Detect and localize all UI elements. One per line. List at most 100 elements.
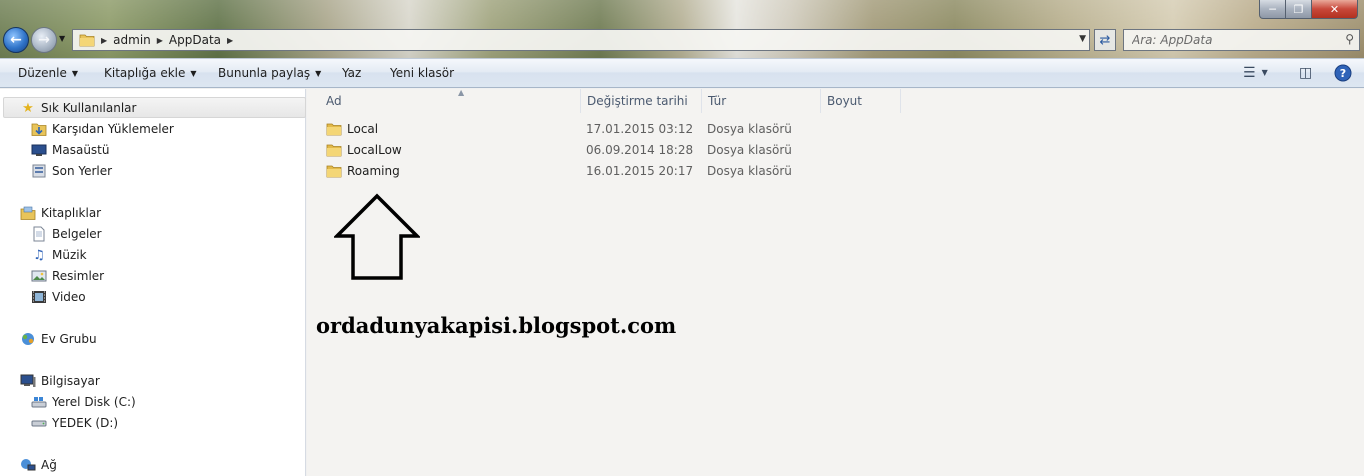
breadcrumb-admin[interactable]: admin <box>113 33 151 47</box>
document-icon <box>31 226 47 242</box>
command-bar: Düzenle ▼ Kitaplığa ekle ▼ Bununla paylaş ▼… <box>0 58 1364 88</box>
breadcrumb-chevron-icon[interactable]: ▶ <box>101 36 107 45</box>
sort-ascending-icon: ▲ <box>458 88 465 97</box>
minimize-button[interactable]: ─ <box>1259 0 1286 19</box>
nav-music[interactable]: ♫ Müzik <box>31 245 86 265</box>
file-modified: 06.09.2014 18:28 <box>586 143 694 157</box>
breadcrumb-appdata[interactable]: AppData <box>169 33 221 47</box>
homegroup-icon <box>20 331 36 347</box>
file-row-locallow[interactable]: LocalLow 06.09.2014 18:28 Dosya klasörü <box>307 140 907 161</box>
nav-computer[interactable]: Bilgisayar <box>20 371 100 391</box>
nav-favorites[interactable]: ★ Sık Kullanılanlar <box>20 98 136 118</box>
file-name: Roaming <box>347 164 400 178</box>
close-button[interactable]: ✕ <box>1312 0 1358 19</box>
watermark-text: ordadunyakapisi.blogspot.com <box>316 313 677 338</box>
file-row-local[interactable]: Local 17.01.2015 03:12 Dosya klasörü <box>307 119 907 140</box>
help-icon: ? <box>1334 64 1352 82</box>
forward-button[interactable]: → <box>31 27 57 53</box>
nav-label: Resimler <box>52 269 105 283</box>
network-icon <box>20 457 36 473</box>
new-folder-button[interactable]: Yeni klasör <box>390 66 454 80</box>
nav-label: YEDEK (D:) <box>52 416 119 430</box>
nav-network[interactable]: Ağ <box>20 455 57 475</box>
nav-recent-places[interactable]: Son Yerler <box>31 161 112 181</box>
help-button[interactable]: ? <box>1334 64 1352 86</box>
libraries-icon <box>20 205 36 221</box>
back-button[interactable]: ← <box>3 27 29 53</box>
chevron-down-icon: ▼ <box>190 69 197 78</box>
file-type: Dosya klasörü <box>707 164 792 178</box>
column-header-modified[interactable]: Değiştirme tarihi <box>581 89 701 113</box>
address-dropdown-icon[interactable]: ▼ <box>1079 34 1086 44</box>
search-icon[interactable]: ⚲ <box>1345 32 1354 46</box>
minimize-icon: ─ <box>1269 2 1276 16</box>
file-row-roaming[interactable]: Roaming 16.01.2015 20:17 Dosya klasörü <box>307 161 907 182</box>
add-to-library-menu[interactable]: Kitaplığa ekle ▼ <box>104 66 197 80</box>
column-header-size[interactable]: Boyut <box>821 89 901 113</box>
svg-text:?: ? <box>1340 67 1346 80</box>
nav-label: Ev Grubu <box>41 332 97 346</box>
refresh-icon: ⇄ <box>1099 32 1111 48</box>
file-name: LocalLow <box>347 143 402 157</box>
system-drive-icon <box>31 394 47 410</box>
column-header-label: Ad <box>326 94 342 108</box>
folder-icon <box>79 33 95 47</box>
address-bar[interactable]: ▶ admin ▶ AppData ▶ ▼ <box>72 29 1090 51</box>
nav-label: Kitaplıklar <box>41 206 102 220</box>
share-with-menu[interactable]: Bununla paylaş ▼ <box>218 66 321 80</box>
file-modified: 17.01.2015 03:12 <box>586 122 694 136</box>
nav-homegroup[interactable]: Ev Grubu <box>20 329 97 349</box>
breadcrumb-chevron-icon[interactable]: ▶ <box>157 36 163 45</box>
search-input[interactable] <box>1124 30 1334 50</box>
nav-disk-d[interactable]: YEDEK (D:) <box>31 413 118 433</box>
file-type: Dosya klasörü <box>707 122 792 136</box>
pictures-icon <box>31 268 47 284</box>
chevron-down-icon: ▼ <box>71 69 79 78</box>
nav-documents[interactable]: Belgeler <box>31 224 102 244</box>
column-header-type[interactable]: Tür <box>702 89 820 113</box>
search-box[interactable]: ⚲ <box>1123 29 1360 51</box>
file-name: Local <box>347 122 379 136</box>
nav-label: Ağ <box>41 458 57 472</box>
arrow-right-icon: → <box>38 32 50 48</box>
preview-pane-button[interactable]: ◫ <box>1299 65 1312 81</box>
nav-video[interactable]: Video <box>31 287 86 307</box>
recent-pages-dropdown[interactable]: ▼ <box>59 34 65 43</box>
window-controls: ─ ❐ ✕ <box>1259 0 1358 19</box>
details-view-icon: ☰ <box>1243 65 1256 81</box>
nav-label: Yerel Disk (C:) <box>52 395 136 409</box>
arrow-left-icon: ← <box>10 32 22 48</box>
column-divider[interactable] <box>900 89 901 113</box>
folder-icon <box>326 143 342 160</box>
recent-places-icon <box>31 163 47 179</box>
nav-pictures[interactable]: Resimler <box>31 266 104 286</box>
maximize-button[interactable]: ❐ <box>1286 0 1312 19</box>
downloads-folder-icon <box>31 121 47 137</box>
navigation-pane: ★ Sık Kullanılanlar Karşıdan Yüklemeler … <box>0 89 306 476</box>
column-header-name[interactable]: Ad ▲ <box>320 88 580 113</box>
chevron-down-icon: ▼ <box>1261 68 1268 77</box>
nav-disk-c[interactable]: Yerel Disk (C:) <box>31 392 136 412</box>
hard-drive-icon <box>31 415 47 431</box>
file-modified: 16.01.2015 20:17 <box>586 164 694 178</box>
restore-icon: ❐ <box>1293 2 1304 16</box>
organize-menu[interactable]: Düzenle ▼ <box>18 66 78 80</box>
refresh-button[interactable]: ⇄ <box>1094 29 1116 51</box>
view-options-button[interactable]: ☰ ▼ <box>1243 65 1268 81</box>
breadcrumb-chevron-icon[interactable]: ▶ <box>227 36 233 45</box>
title-bar: ← → ▼ ▶ admin ▶ AppData ▶ ▼ ⇄ ⚲ ─ ❐ ✕ <box>0 0 1364 58</box>
arrow-up-icon <box>334 193 420 280</box>
organize-label: Düzenle <box>18 66 67 80</box>
computer-icon <box>20 373 36 389</box>
nav-downloads[interactable]: Karşıdan Yüklemeler <box>31 119 174 139</box>
desktop-icon <box>31 142 47 158</box>
nav-libraries[interactable]: Kitaplıklar <box>20 203 101 223</box>
file-type: Dosya klasörü <box>707 143 792 157</box>
file-list-pane: Ad ▲ Değiştirme tarihi Tür Boyut Local 1… <box>307 88 1364 476</box>
preview-pane-icon: ◫ <box>1299 65 1313 81</box>
nav-desktop[interactable]: Masaüstü <box>31 140 109 160</box>
add-library-label: Kitaplığa ekle <box>104 66 186 80</box>
nav-label: Bilgisayar <box>41 374 100 388</box>
burn-button[interactable]: Yaz <box>342 66 361 80</box>
nav-label: Video <box>52 290 86 304</box>
